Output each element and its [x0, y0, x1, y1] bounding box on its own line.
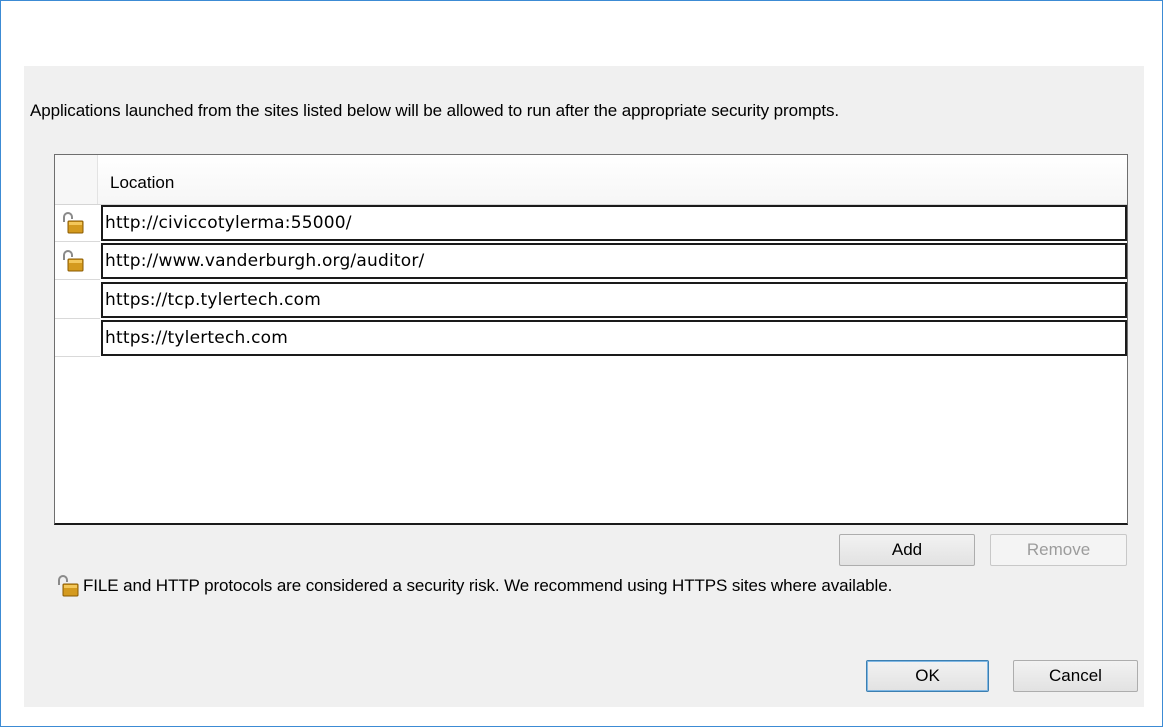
icon-column-header — [55, 155, 98, 204]
table-row[interactable]: http://www.vanderburgh.org/auditor/ — [55, 243, 1127, 280]
intro-text: Applications launched from the sites lis… — [30, 101, 840, 120]
location-column-header[interactable]: Location — [110, 173, 174, 193]
table-row[interactable]: http://civiccotylerma:55000/ — [55, 205, 1127, 242]
site-list-table[interactable]: Location http://civiccotylerma:55000/ ht… — [54, 154, 1128, 525]
unlocked-padlock-icon — [63, 250, 84, 272]
ok-button[interactable]: OK — [866, 660, 989, 692]
table-row[interactable]: https://tylertech.com — [55, 320, 1127, 357]
cancel-button[interactable]: Cancel — [1013, 660, 1138, 692]
remove-button[interactable]: Remove — [990, 534, 1127, 566]
site-url[interactable]: http://civiccotylerma:55000/ — [101, 205, 1127, 241]
add-button[interactable]: Add — [839, 534, 975, 566]
unlocked-padlock-icon — [58, 575, 79, 597]
table-row[interactable]: https://tcp.tylertech.com — [55, 282, 1127, 319]
warning-text: FILE and HTTP protocols are considered a… — [83, 576, 893, 595]
site-url[interactable]: http://www.vanderburgh.org/auditor/ — [101, 243, 1127, 279]
table-header: Location — [55, 155, 1127, 205]
site-url[interactable]: https://tylertech.com — [101, 320, 1127, 356]
site-url[interactable]: https://tcp.tylertech.com — [101, 282, 1127, 318]
unlocked-padlock-icon — [63, 212, 84, 234]
